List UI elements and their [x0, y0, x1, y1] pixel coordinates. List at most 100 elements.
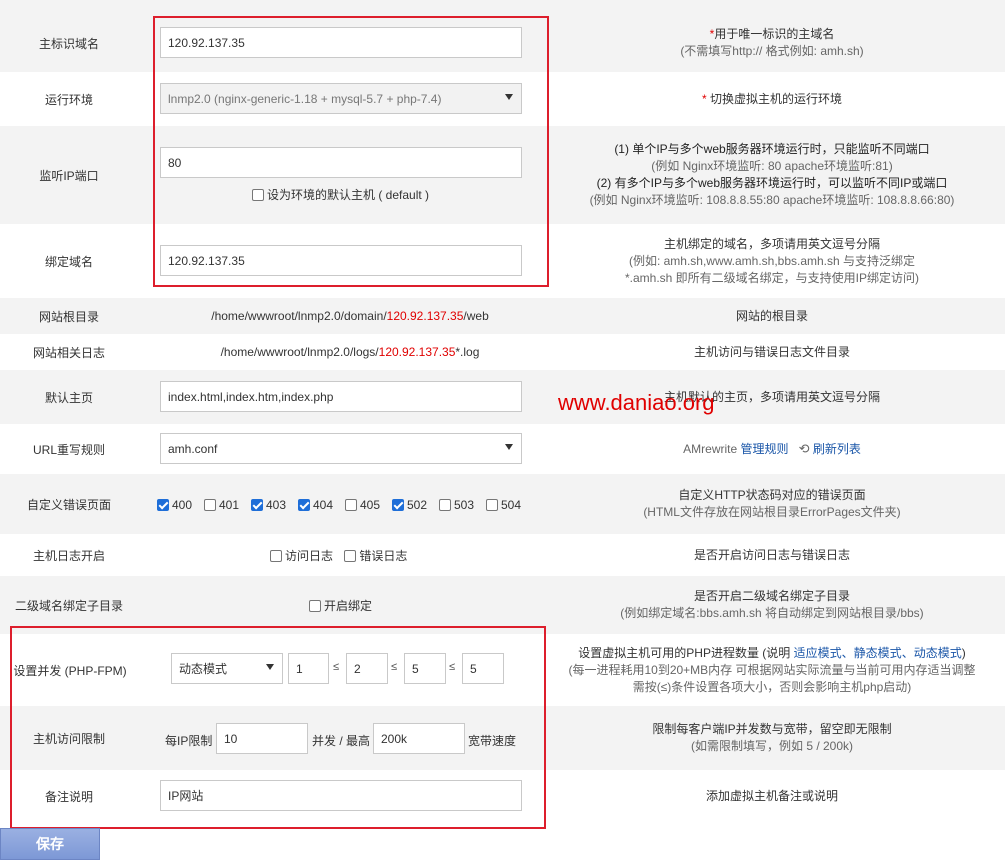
access-log-label: 访问日志 [285, 549, 334, 563]
php-fpm-value-4[interactable]: 5 [462, 653, 504, 684]
checkbox-icon[interactable] [345, 499, 357, 511]
primary-domain-input[interactable]: 120.92.137.35 [160, 27, 522, 58]
error-code-label: 502 [407, 498, 428, 512]
note-line: (1) 单个IP与多个web服务器环境运行时，只能监听不同端口 [614, 142, 930, 156]
default-host-label: 设为环境的默认主机 ( default ) [267, 188, 430, 202]
php-fpm-note: 设置虚拟主机可用的PHP进程数量 (说明 适应模式、静态模式、动态模式) (每一… [556, 634, 988, 706]
log-dir-label: 网站相关日志 [32, 345, 105, 360]
required-star: * [701, 91, 707, 106]
error-code-502-checkbox[interactable]: 502 [392, 498, 438, 512]
error-code-label: 400 [172, 498, 193, 512]
checkbox-icon[interactable] [270, 549, 282, 562]
rewrite-select[interactable]: amh.conf [160, 433, 522, 464]
note-hint: (不需填写http:// 格式例如: amh.sh) [680, 44, 864, 58]
listen-port-input[interactable]: 80 [160, 147, 522, 178]
php-fpm-mode-select[interactable]: 动态模式 [171, 653, 283, 684]
dynamic-mode-link[interactable]: 动态模式 [914, 646, 962, 660]
environment-select[interactable]: lnmp2.0 (nginx-generic-1.18 + mysql-5.7 … [160, 83, 522, 114]
note-line: (例如 Nginx环境监听: 108.8.8.55:80 apache环境监听:… [589, 193, 955, 207]
error-code-405-checkbox[interactable]: 405 [345, 498, 391, 512]
checkbox-checked-icon[interactable] [392, 499, 404, 511]
bind-domain-label: 绑定域名 [44, 254, 93, 269]
error-log-checkbox[interactable]: 错误日志 [344, 547, 407, 564]
php-fpm-value-3[interactable]: 5 [404, 653, 446, 684]
static-mode-link[interactable]: 静态模式 [854, 646, 902, 660]
error-code-503-checkbox[interactable]: 503 [439, 498, 485, 512]
checkbox-icon[interactable] [344, 549, 357, 562]
access-limit-label: 主机访问限制 [32, 731, 105, 746]
row-listen-port: 监听IP端口 80 设为环境的默认主机 ( default ) (1) 单个IP… [0, 126, 1005, 224]
refresh-list-link[interactable]: 刷新列表 [813, 442, 861, 456]
chevron-down-icon [505, 444, 513, 450]
php-fpm-note-line1: 设置虚拟主机可用的PHP进程数量 (说明 适应模式、静态模式、动态模式) [578, 645, 965, 662]
row-php-fpm: 设置并发 (PHP-FPM) 动态模式 1 ≤ 2 ≤ 5 ≤ 5 设置虚拟主机… [0, 634, 1005, 706]
row-access-limit: 主机访问限制 每IP限制 10 并发 / 最高 200k 宽带速度 限制每客户端… [0, 706, 1005, 770]
note-text: 切换虚拟主机的运行环境 [710, 91, 843, 106]
bind-domain-input[interactable]: 120.92.137.35 [160, 245, 522, 276]
error-code-401-checkbox[interactable]: 401 [204, 498, 250, 512]
error-log-label: 错误日志 [359, 549, 408, 563]
php-fpm-value-2[interactable]: 2 [346, 653, 388, 684]
error-code-404-checkbox[interactable]: 404 [298, 498, 344, 512]
error-code-label: 503 [454, 498, 475, 512]
note-line: *.amh.sh 即所有二级域名绑定，与支持使用IP绑定访问) [624, 270, 920, 285]
row-rewrite: URL重写规则 amh.conf AMrewrite 管理规则 ⟲ 刷新列表 [0, 424, 1005, 474]
access-log-checkbox[interactable]: 访问日志 [270, 547, 333, 564]
default-host-checkbox[interactable]: 设为环境的默认主机 ( default ) [252, 186, 429, 203]
remark-note: 添加虚拟主机备注或说明 [556, 770, 988, 822]
note-line: 限制每客户端IP并发数与宽带，留空即无限制 [652, 722, 892, 736]
save-button[interactable]: 保存 [0, 828, 100, 860]
rewrite-note-line: AMrewrite 管理规则 ⟲ 刷新列表 [683, 440, 861, 458]
error-code-403-checkbox[interactable]: 403 [251, 498, 297, 512]
per-ip-input[interactable]: 10 [216, 723, 308, 754]
path-prefix: /home/wwwroot/lnmp2.0/domain/ [211, 309, 387, 323]
note-line: (例如 Nginx环境监听: 80 apache环境监听:81) [651, 159, 893, 173]
note-line: 网站的根目录 [735, 308, 808, 323]
checkbox-checked-icon[interactable] [157, 499, 169, 511]
checkbox-icon[interactable] [439, 499, 451, 511]
web-root-label: 网站根目录 [38, 309, 99, 324]
row-error-pages: 自定义错误页面 400 401 403 404 405 502 503 504 自定义HTTP… [0, 474, 1005, 534]
listen-port-label: 监听IP端口 [39, 168, 99, 183]
default-index-label: 默认主页 [44, 390, 93, 405]
rewrite-note: AMrewrite 管理规则 ⟲ 刷新列表 [556, 424, 988, 474]
subdomain-checkbox-label: 开启绑定 [324, 599, 373, 613]
error-code-504-checkbox[interactable]: 504 [486, 498, 532, 512]
bandwidth-input[interactable]: 200k [373, 723, 465, 754]
note-text: 用于唯一标识的主域名 [714, 27, 835, 41]
checkbox-icon[interactable] [252, 189, 264, 201]
adaptive-mode-link[interactable]: 适应模式 [794, 646, 842, 660]
error-code-label: 405 [360, 498, 381, 512]
note-line: 主机默认的主页，多项请用英文逗号分隔 [663, 389, 880, 404]
checkbox-checked-icon[interactable] [251, 499, 263, 511]
php-fpm-value-1[interactable]: 1 [288, 653, 329, 684]
web-root-path: /home/wwwroot/lnmp2.0/domain/120.92.137.… [150, 298, 550, 334]
concurrency-label: 并发 / 最高 [312, 734, 371, 748]
default-index-note: 主机默认的主页，多项请用英文逗号分隔 [556, 370, 988, 424]
environment-label: 运行环境 [44, 92, 93, 107]
le-symbol: ≤ [449, 661, 456, 673]
row-bind-domain: 绑定域名 120.92.137.35 主机绑定的域名，多项请用英文逗号分隔 (例… [0, 224, 1005, 298]
error-pages-note: 自定义HTTP状态码对应的错误页面 (HTML文件存放在网站根目录ErrorPa… [556, 474, 988, 534]
top-strip [0, 0, 1005, 14]
subdomain-checkbox[interactable]: 开启绑定 [309, 597, 372, 614]
checkbox-icon[interactable] [309, 600, 321, 612]
subdomain-note: 是否开启二级域名绑定子目录 (例如绑定域名:bbs.amh.sh 将自动绑定到网… [556, 576, 988, 634]
path-domain: 120.92.137.35 [386, 309, 464, 323]
per-ip-label: 每IP限制 [165, 734, 213, 748]
row-remark: 备注说明 IP网站 添加虚拟主机备注或说明 [0, 770, 1005, 822]
note-line: (如需限制填写，例如 5 / 200k) [690, 739, 854, 753]
checkbox-icon[interactable] [486, 499, 498, 511]
error-code-label: 403 [266, 498, 287, 512]
separator: 、 [841, 645, 854, 660]
checkbox-icon[interactable] [204, 499, 216, 511]
remark-input[interactable]: IP网站 [160, 780, 522, 811]
access-limit-note: 限制每客户端IP并发数与宽带，留空即无限制 (如需限制填写，例如 5 / 200… [556, 706, 988, 770]
checkbox-checked-icon[interactable] [298, 499, 310, 511]
chevron-down-icon [266, 664, 274, 670]
manage-rules-link[interactable]: 管理规则 [741, 442, 789, 456]
error-code-label: 401 [219, 498, 240, 512]
rewrite-label: URL重写规则 [32, 442, 105, 457]
error-code-400-checkbox[interactable]: 400 [157, 498, 203, 512]
default-index-input[interactable]: index.html,index.htm,index.php [160, 381, 522, 412]
